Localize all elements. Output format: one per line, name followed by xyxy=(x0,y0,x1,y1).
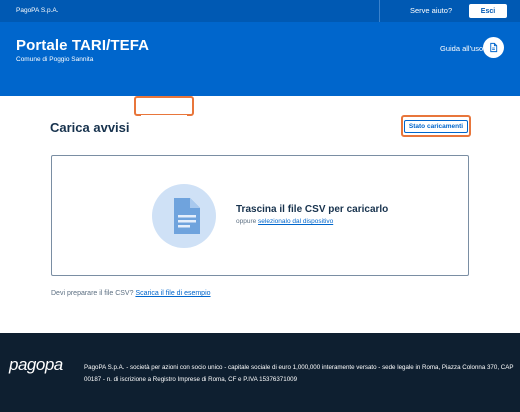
page-footer: pagopa PagoPA S.p.A. - società per azion… xyxy=(0,333,520,412)
tab-home[interactable]: Home xyxy=(27,96,47,118)
dropzone-subtitle: oppure selezionalo dal dispositivo xyxy=(236,218,333,225)
guide-link[interactable]: Guida all'uso xyxy=(440,44,483,53)
dropzone-title: Trascina il file CSV per caricarlo xyxy=(236,204,389,215)
tab-configura-tributo[interactable]: Configura tributo xyxy=(67,96,122,118)
file-icon xyxy=(174,198,200,234)
csv-help-prefix: Devi preparare il file CSV? xyxy=(51,290,136,297)
csv-help-text: Devi preparare il file CSV? Scarica il f… xyxy=(51,290,211,297)
dropzone-sub-prefix: oppure xyxy=(236,218,259,225)
footer-legal-text: PagoPA S.p.A. - società per azioni con s… xyxy=(84,364,514,383)
page-title: Carica avvisi xyxy=(50,120,130,135)
upload-status-label: Stato caricamenti xyxy=(403,119,469,133)
municipality-name: Comune di Poggio Sannita xyxy=(16,56,94,63)
exit-button[interactable]: Esci xyxy=(469,4,507,18)
app-title: Portale TARI/TEFA xyxy=(16,37,150,54)
select-file-link[interactable]: selezionalo dal dispositivo xyxy=(258,218,333,225)
tab-carica-avvisi[interactable]: Carica avvisi xyxy=(134,96,194,117)
pagopa-logo: pagopa xyxy=(9,355,63,374)
topbar-divider xyxy=(379,0,380,22)
csv-dropzone[interactable]: Trascina il file CSV per caricarlo oppur… xyxy=(51,155,469,276)
download-example-link[interactable]: Scarica il file di esempio xyxy=(135,290,210,297)
top-bar: PagoPA S.p.A. Serve aiuto? Esci xyxy=(0,0,520,22)
document-icon[interactable] xyxy=(483,37,504,58)
app-header: Portale TARI/TEFA Comune di Poggio Sanni… xyxy=(0,22,520,117)
file-upload-illustration xyxy=(152,184,216,248)
brand-link[interactable]: PagoPA S.p.A. xyxy=(16,7,59,14)
upload-status-button[interactable]: Stato caricamenti xyxy=(401,115,471,137)
help-link[interactable]: Serve aiuto? xyxy=(410,6,452,15)
